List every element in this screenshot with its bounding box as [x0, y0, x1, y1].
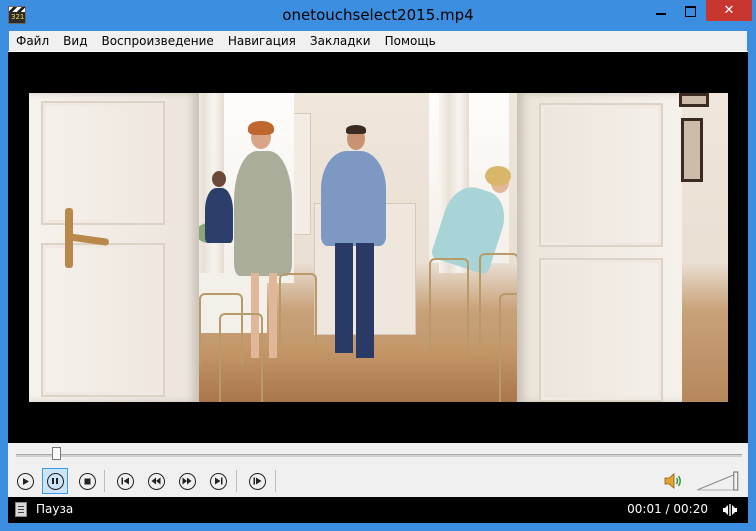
play-icon: [16, 472, 34, 490]
maximize-button[interactable]: [676, 0, 704, 22]
window-frame-right: [748, 31, 756, 531]
menu-bookmarks[interactable]: Закладки: [303, 31, 378, 51]
maximize-icon: [684, 5, 696, 17]
menu-help[interactable]: Помощь: [378, 31, 443, 51]
playback-controls: [8, 465, 748, 497]
close-icon: ✕: [723, 3, 735, 18]
window-frame-bottom: [0, 523, 756, 531]
play-button[interactable]: [12, 468, 38, 494]
menu-file[interactable]: Файл: [9, 31, 56, 51]
time-readout: 00:01 / 00:20: [627, 502, 708, 516]
menu-bar: Файл Вид Воспроизведение Навигация Закла…: [8, 31, 748, 51]
minimize-button[interactable]: [647, 0, 675, 22]
stop-icon: [78, 472, 96, 490]
separator: [104, 470, 105, 492]
minimize-icon: [656, 13, 666, 15]
menu-navigation[interactable]: Навигация: [221, 31, 303, 51]
close-button[interactable]: ✕: [706, 0, 752, 21]
menu-view[interactable]: Вид: [56, 31, 94, 51]
menu-playback[interactable]: Воспроизведение: [94, 31, 220, 51]
rewind-button[interactable]: [143, 468, 169, 494]
seek-bar-area: [8, 443, 748, 465]
fast-forward-button[interactable]: [174, 468, 200, 494]
separator: [275, 470, 276, 492]
playback-status: Пауза: [36, 502, 74, 516]
seek-track[interactable]: [16, 454, 742, 457]
stop-button[interactable]: [74, 468, 100, 494]
next-button[interactable]: [205, 468, 231, 494]
pause-icon: [46, 472, 64, 490]
skip-back-icon: [116, 472, 134, 490]
seek-thumb[interactable]: [52, 447, 62, 460]
speaker-icon[interactable]: [663, 471, 685, 491]
stereo-icon[interactable]: [722, 503, 738, 517]
previous-button[interactable]: [112, 468, 138, 494]
volume-slider[interactable]: [696, 470, 740, 492]
fast-forward-icon: [178, 472, 196, 490]
frame-step-button[interactable]: [244, 468, 270, 494]
separator: [236, 470, 237, 492]
frame-step-icon: [248, 472, 266, 490]
rewind-icon: [147, 472, 165, 490]
skip-forward-icon: [209, 472, 227, 490]
video-area[interactable]: [8, 52, 748, 443]
volume-thumb[interactable]: [733, 471, 739, 491]
window-frame-left: [0, 31, 8, 531]
pause-button[interactable]: [42, 468, 68, 494]
window-title: onetouchselect2015.mp4: [282, 6, 474, 24]
title-bar[interactable]: 321 onetouchselect2015.mp4 ✕: [0, 0, 756, 32]
document-icon: [15, 502, 27, 517]
status-bar: Пауза 00:01 / 00:20: [8, 497, 748, 523]
video-frame: [29, 93, 728, 402]
